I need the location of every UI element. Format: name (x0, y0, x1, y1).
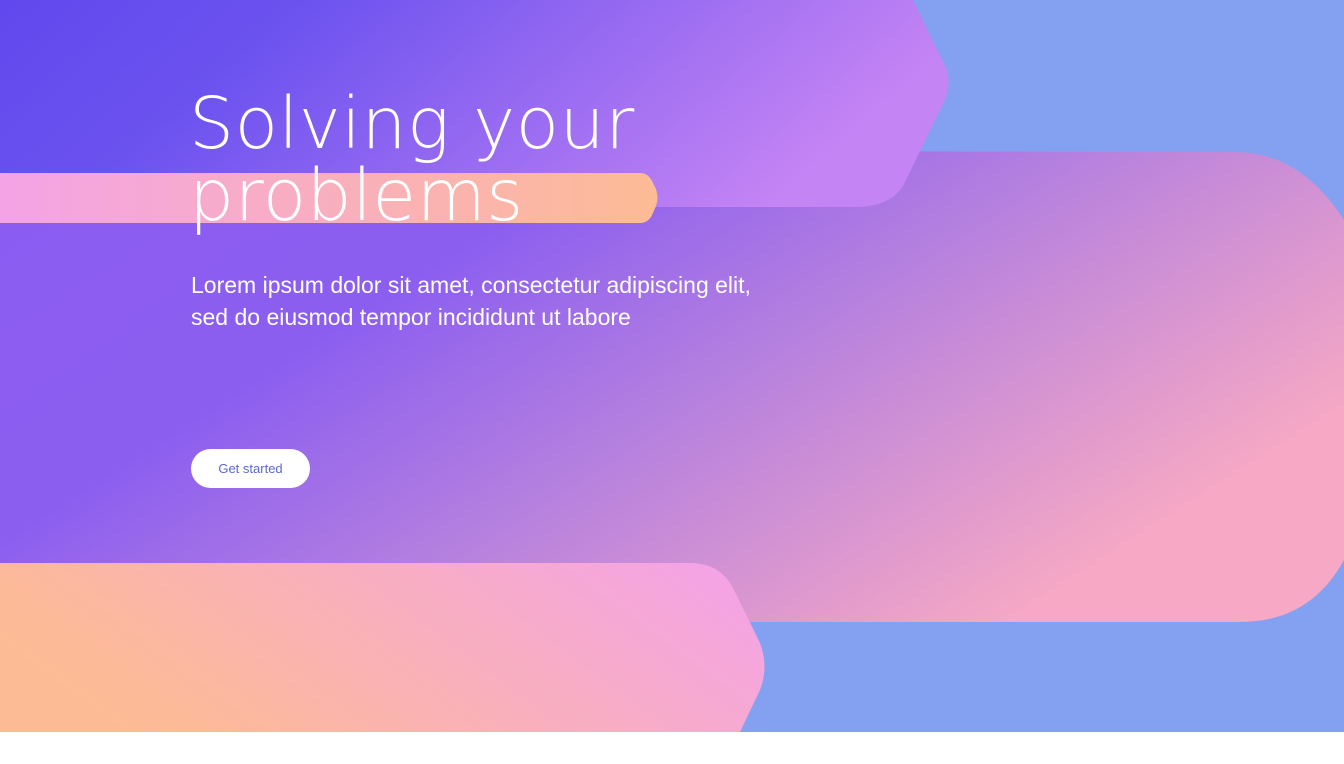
hero-title-line-1: Solving your (189, 82, 635, 165)
hero-subtitle: Lorem ipsum dolor sit amet, consectetur … (191, 272, 751, 330)
get-started-button[interactable]: Get started (191, 449, 310, 488)
hero-content: Solving your problems Lorem ipsum dolor … (0, 0, 1344, 732)
hero-section: Solving your problems Lorem ipsum dolor … (0, 0, 1344, 732)
hero-title-line-2: problems (189, 154, 524, 237)
